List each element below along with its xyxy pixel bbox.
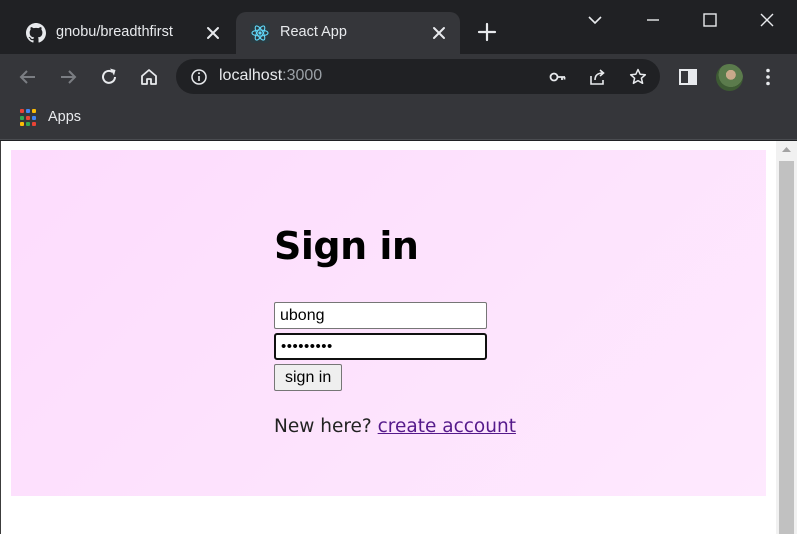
browser-toolbar: localhost:3000: [0, 54, 797, 100]
username-input[interactable]: [274, 302, 487, 329]
scrollbar[interactable]: [776, 141, 797, 534]
tab-search-icon[interactable]: [583, 8, 607, 32]
url-host: localhost: [219, 67, 283, 84]
scrollbar-thumb[interactable]: [779, 161, 794, 534]
signin-panel: Sign in sign in New here? create account: [11, 150, 766, 496]
site-info-icon[interactable]: [190, 68, 208, 86]
reload-icon[interactable]: [97, 65, 121, 89]
signup-prompt: New here? create account: [274, 416, 594, 437]
react-icon: [250, 23, 270, 43]
home-icon[interactable]: [137, 65, 161, 89]
tab-title: React App: [280, 24, 347, 40]
side-panel-icon[interactable]: [676, 65, 700, 89]
page-title: Sign in: [274, 224, 419, 268]
password-input[interactable]: [274, 333, 487, 360]
maximize-icon[interactable]: [698, 8, 722, 32]
close-tab-icon[interactable]: [204, 24, 222, 42]
key-icon[interactable]: [548, 67, 568, 87]
avatar[interactable]: [716, 64, 743, 91]
tab-github[interactable]: gnobu/breadthfirst: [10, 12, 234, 54]
signin-button[interactable]: sign in: [274, 364, 343, 391]
tab-title: gnobu/breadthfirst: [56, 24, 173, 40]
scroll-up-arrow-icon[interactable]: [776, 141, 797, 159]
url-port: :3000: [282, 67, 323, 84]
back-icon[interactable]: [16, 65, 40, 89]
new-tab-icon[interactable]: [476, 21, 498, 43]
url-text[interactable]: localhost:3000: [219, 67, 322, 85]
close-tab-icon[interactable]: [430, 24, 448, 42]
tab-react-app[interactable]: React App: [236, 12, 460, 54]
share-icon[interactable]: [588, 67, 608, 87]
forward-icon[interactable]: [56, 65, 80, 89]
bookmarks-bar: Apps: [0, 100, 797, 140]
menu-icon[interactable]: [756, 65, 780, 89]
github-icon: [26, 23, 46, 43]
minimize-icon[interactable]: [641, 8, 665, 32]
address-bar[interactable]: localhost:3000: [176, 59, 660, 94]
apps-grid-icon[interactable]: [20, 109, 38, 127]
page-viewport: Sign in sign in New here? create account: [0, 141, 797, 534]
tab-strip: gnobu/breadthfirst React App: [0, 0, 797, 54]
signup-prompt-text: New here?: [274, 416, 372, 437]
close-window-icon[interactable]: [755, 8, 779, 32]
star-icon[interactable]: [628, 67, 648, 87]
apps-bookmark[interactable]: Apps: [48, 109, 81, 125]
signin-form: Sign in sign in New here? create account: [274, 224, 594, 437]
create-account-link[interactable]: create account: [378, 416, 516, 437]
